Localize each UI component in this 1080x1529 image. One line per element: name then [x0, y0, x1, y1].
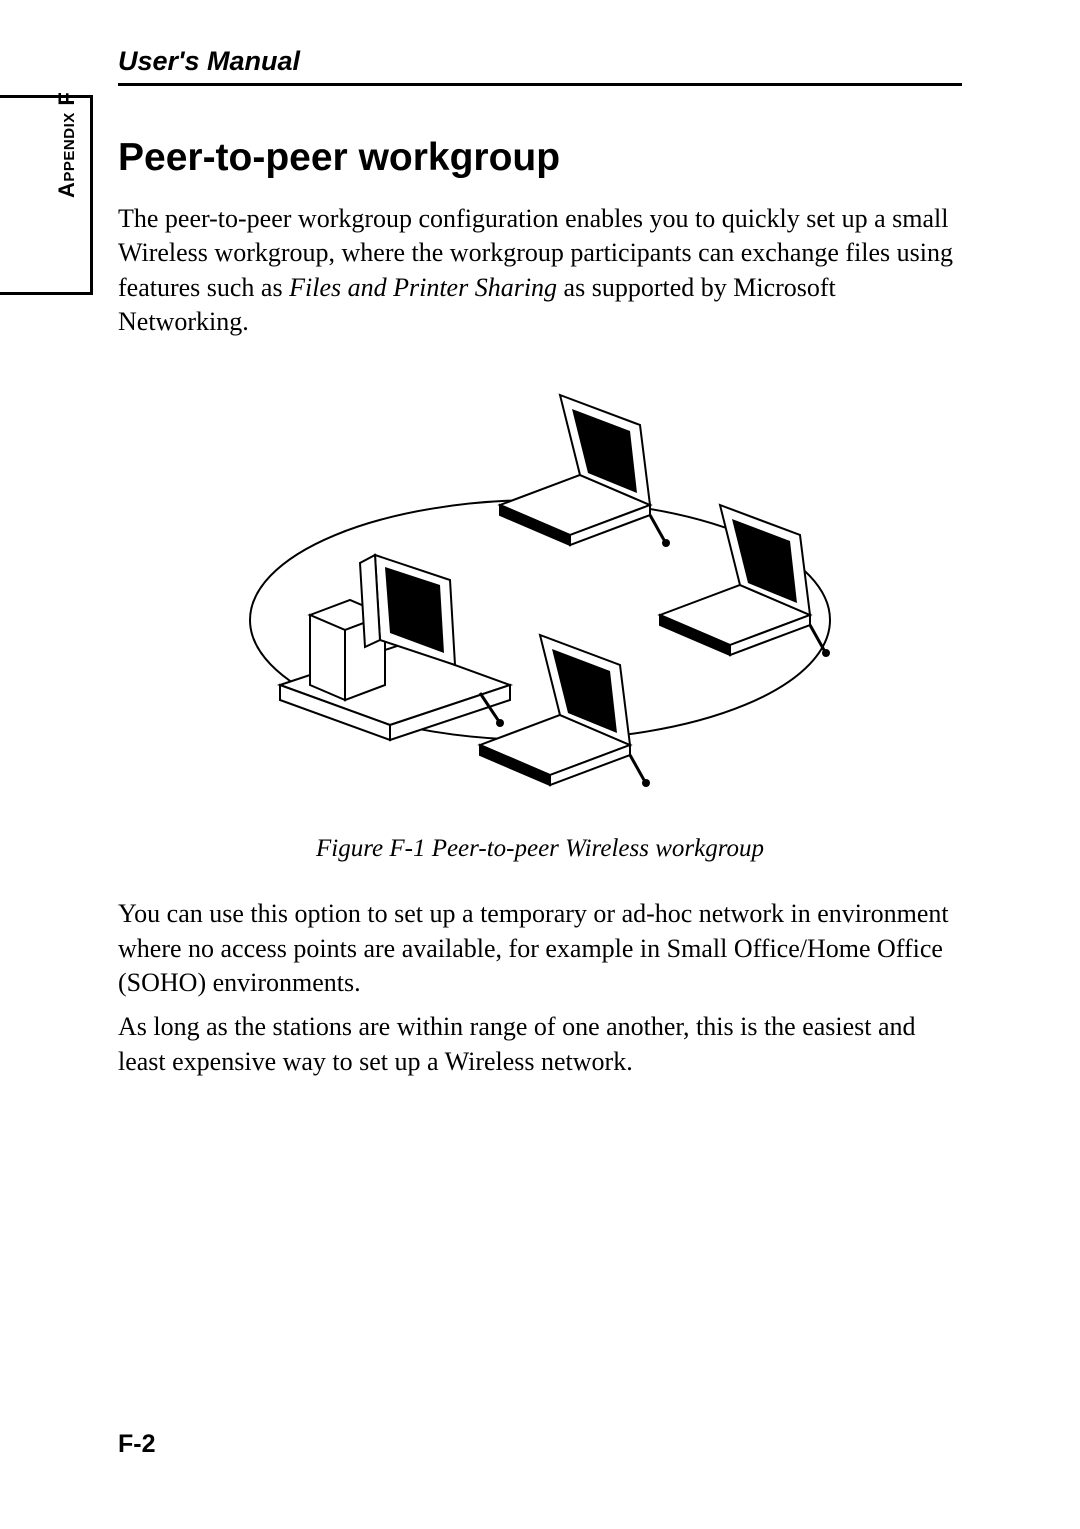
figure: Figure F-1 Peer-to-peer Wireless workgro… — [118, 385, 962, 863]
figure-caption: Figure F-1 Peer-to-peer Wireless workgro… — [118, 835, 962, 863]
appendix-word: Appendix — [54, 112, 79, 198]
appendix-letter: F — [54, 92, 79, 106]
page-header: User's Manual — [118, 46, 962, 86]
section-heading: Peer-to-peer workgroup — [118, 136, 962, 180]
workgroup-diagram-icon — [220, 385, 860, 805]
page: User's Manual Appendix F Peer-to-peer wo… — [0, 0, 1080, 1529]
appendix-tab-label: Appendix F — [54, 92, 80, 198]
page-number: F-2 — [118, 1430, 156, 1459]
paragraph-2: You can use this option to set up a temp… — [118, 897, 962, 1000]
content: Peer-to-peer workgroup The peer-to-peer … — [118, 136, 962, 1089]
intro-paragraph: The peer-to-peer workgroup configuration… — [118, 202, 962, 339]
appendix-tab: Appendix F — [0, 95, 93, 295]
intro-text-em: Files and Printer Sharing — [289, 273, 557, 302]
header-rule — [118, 83, 962, 86]
header-title: User's Manual — [118, 46, 962, 77]
paragraph-3: As long as the stations are within range… — [118, 1010, 962, 1079]
